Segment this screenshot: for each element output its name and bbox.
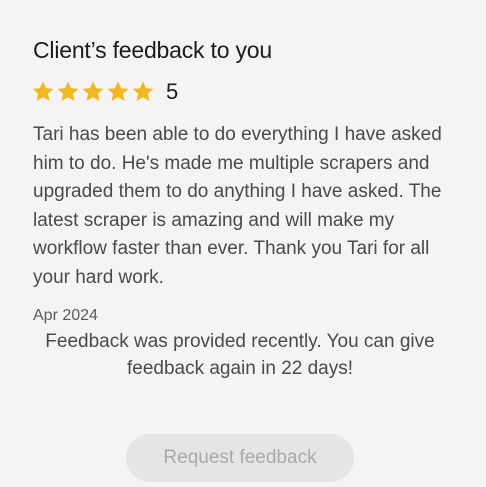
star-icon	[81, 80, 105, 104]
star-icon	[56, 80, 80, 104]
feedback-date: Apr 2024	[33, 307, 98, 324]
rating-row: 5	[31, 78, 178, 106]
panel-title: Client’s feedback to you	[33, 37, 272, 63]
star-rating	[31, 80, 156, 104]
star-icon	[106, 80, 130, 104]
star-icon	[31, 80, 55, 104]
feedback-panel: Client’s feedback to you 5 Tari has been…	[0, 0, 486, 487]
feedback-notice: Feedback was provided recently. You can …	[45, 331, 435, 379]
request-feedback-button[interactable]: Request feedback	[126, 434, 354, 482]
rating-value: 5	[166, 79, 179, 104]
review-text: Tari has been able to do everything I ha…	[33, 124, 442, 288]
star-icon	[131, 80, 155, 104]
